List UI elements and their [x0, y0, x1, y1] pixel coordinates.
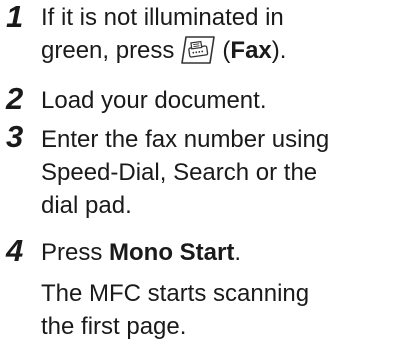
step-line: Press Mono Start. [41, 236, 309, 269]
step-text: Press Mono Start. The MFC starts scannin… [41, 236, 309, 343]
step-number: 4 [6, 233, 24, 268]
step-text-fragment: . [234, 239, 242, 266]
step-text-fragment: green, press [41, 37, 175, 64]
step-number: 1 [6, 0, 24, 34]
step-text: Load your document. [41, 84, 266, 117]
step-line: green, press (Fax). [41, 34, 286, 67]
step-line: If it is not illuminated in [41, 4, 284, 31]
step-text-fragment: Press [41, 239, 110, 266]
step-number: 2 [6, 81, 24, 116]
fax-key-icon [180, 35, 216, 65]
step-text: Enter the fax number using Speed-Dial, S… [41, 123, 329, 222]
step-line: Speed-Dial, Search or the [41, 159, 318, 186]
fax-machine-icon [181, 36, 216, 64]
step-line: Load your document. [41, 87, 267, 114]
step-number: 3 [6, 119, 24, 154]
fax-key-label: Fax [230, 37, 272, 64]
step-line: Enter the fax number using [41, 126, 330, 153]
step-line: dial pad. [41, 192, 132, 219]
step-text: If it is not illuminated in green, press… [41, 1, 286, 67]
step-note: the first page. [41, 313, 187, 340]
step-note: The MFC starts scanning [41, 280, 310, 307]
step-text-fragment: ). [271, 37, 287, 64]
mono-start-key-label: Mono Start [109, 239, 235, 266]
